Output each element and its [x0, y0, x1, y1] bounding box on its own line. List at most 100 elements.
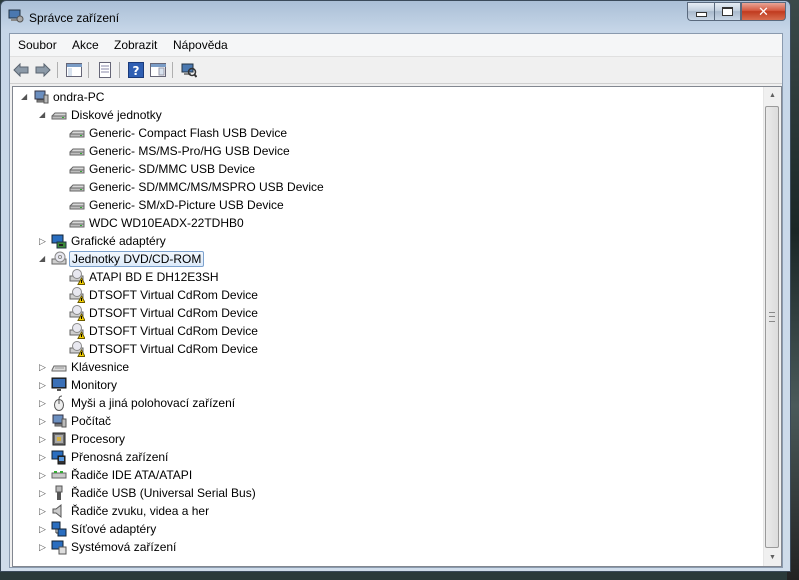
close-button[interactable]: ✕ — [741, 2, 786, 21]
tree-item-device-generic-compact-flash-usb-device[interactable]: Generic- Compact Flash USB Device — [13, 124, 753, 142]
tree-item-radice-zvuku-videa-a-her[interactable]: ▷ Řadiče zvuku, videa a her — [13, 502, 753, 520]
expand-arrow-icon[interactable]: ▷ — [39, 434, 47, 444]
expand-arrow-icon[interactable]: ▷ — [39, 542, 47, 552]
toolbar-separator — [119, 62, 120, 78]
usb-icon — [51, 485, 67, 501]
details-pane-button[interactable] — [149, 61, 167, 79]
scroll-up-button[interactable]: ▲ — [764, 87, 781, 104]
menu-file[interactable]: Soubor — [18, 38, 57, 52]
tree-item-root[interactable]: ◢ ondra-PC — [13, 88, 753, 106]
show-hide-tree-icon — [66, 63, 82, 77]
back-arrow-icon — [13, 63, 29, 77]
menu-view[interactable]: Zobrazit — [114, 38, 157, 52]
disk-drive-icon — [69, 143, 85, 159]
minimize-button[interactable] — [687, 2, 714, 21]
scroll-down-button[interactable]: ▼ — [764, 549, 781, 566]
title-bar[interactable]: Správce zařízení ✕ — [1, 1, 790, 33]
expand-arrow-icon[interactable]: ▷ — [39, 488, 47, 498]
display-adapter-icon — [51, 233, 67, 249]
tree-item-device-atapi-bd-e-dh12e3sh[interactable]: ATAPI BD E DH12E3SH — [13, 268, 753, 286]
expand-arrow-icon[interactable]: ▷ — [39, 236, 47, 246]
tree-item-jednotky-dvd-cd-rom[interactable]: ◢ Jednotky DVD/CD-ROM — [13, 250, 753, 268]
collapse-arrow-icon[interactable]: ◢ — [39, 110, 47, 120]
scroll-grip-icon — [769, 312, 775, 322]
tree-item-label: Generic- MS/MS-Pro/HG USB Device — [89, 144, 290, 158]
keyboard-icon — [51, 359, 67, 375]
tree-item-mysi-a-jina-polohovaci-zarizeni[interactable]: ▷ Myši a jiná polohovací zařízení — [13, 394, 753, 412]
toolbar: ? — [10, 57, 782, 84]
back-button[interactable] — [12, 61, 30, 79]
disk-drive-icon — [69, 197, 85, 213]
tree-item-sitove-adaptery[interactable]: ▷ Síťové adaptéry — [13, 520, 753, 538]
device-manager-icon — [8, 9, 24, 23]
mouse-icon — [51, 395, 67, 411]
toolbar-separator — [172, 62, 173, 78]
device-manager-window: Správce zařízení ✕ Soubor Akce Zobrazit … — [0, 0, 791, 572]
tree-item-device-dtsoft-virtual-cdrom-device[interactable]: DTSOFT Virtual CdRom Device — [13, 340, 753, 358]
tree-item-device-dtsoft-virtual-cdrom-device[interactable]: DTSOFT Virtual CdRom Device — [13, 286, 753, 304]
tree-item-label: Řadiče USB (Universal Serial Bus) — [71, 486, 256, 500]
tree-item-label: ondra-PC — [53, 90, 105, 104]
tree-item-label: Monitory — [71, 378, 118, 392]
scroll-thumb[interactable] — [765, 106, 779, 548]
tree-item-label: DTSOFT Virtual CdRom Device — [89, 288, 258, 302]
tree-item-radice-ide-ata-atapi[interactable]: ▷ Řadiče IDE ATA/ATAPI — [13, 466, 753, 484]
tree-item-monitory[interactable]: ▷ Monitory — [13, 376, 753, 394]
tree-item-device-dtsoft-virtual-cdrom-device[interactable]: DTSOFT Virtual CdRom Device — [13, 304, 753, 322]
collapse-arrow-icon[interactable]: ◢ — [21, 92, 29, 102]
tree-item-device-generic-sm-xd-picture-usb-device[interactable]: Generic- SM/xD-Picture USB Device — [13, 196, 753, 214]
expand-arrow-icon[interactable]: ▷ — [39, 506, 47, 516]
tree-item-radice-usb-universal-serial-bus[interactable]: ▷ Řadiče USB (Universal Serial Bus) — [13, 484, 753, 502]
expand-arrow-icon[interactable]: ▷ — [39, 452, 47, 462]
window-title: Správce zařízení — [29, 11, 120, 25]
menu-help[interactable]: Nápověda — [173, 38, 228, 52]
maximize-icon — [722, 7, 733, 16]
menu-action[interactable]: Akce — [72, 38, 99, 52]
tree-item-systemova-zarizeni[interactable]: ▷ Systémová zařízení — [13, 538, 753, 556]
help-button[interactable]: ? — [127, 61, 145, 79]
tree-item-label: DTSOFT Virtual CdRom Device — [89, 342, 258, 356]
tree-item-prenosna-zarizeni[interactable]: ▷ Přenosná zařízení — [13, 448, 753, 466]
collapse-arrow-icon[interactable]: ◢ — [39, 254, 47, 264]
tree-item-label: Myši a jiná polohovací zařízení — [71, 396, 236, 410]
tree-item-pocitac[interactable]: ▷ Počítač — [13, 412, 753, 430]
tree-item-label: Generic- SD/MMC USB Device — [89, 162, 256, 176]
network-adapter-icon — [51, 521, 67, 537]
tree-item-device-wdc-wd10eadx-22tdhb0[interactable]: WDC WD10EADX-22TDHB0 — [13, 214, 753, 232]
properties-button[interactable] — [96, 61, 114, 79]
scan-hardware-button[interactable] — [180, 61, 198, 79]
disk-drive-icon — [69, 215, 85, 231]
help-icon: ? — [128, 62, 144, 78]
tree-item-device-dtsoft-virtual-cdrom-device[interactable]: DTSOFT Virtual CdRom Device — [13, 322, 753, 340]
expand-arrow-icon[interactable]: ▷ — [39, 524, 47, 534]
disk-drive-icon — [69, 161, 85, 177]
tree-item-label: Řadiče zvuku, videa a her — [71, 504, 210, 518]
tree-item-device-generic-sd-mmc-ms-mspro-usb-device[interactable]: Generic- SD/MMC/MS/MSPRO USB Device — [13, 178, 753, 196]
maximize-button[interactable] — [714, 2, 741, 21]
tree-item-label: WDC WD10EADX-22TDHB0 — [89, 216, 244, 230]
device-tree[interactable]: ◢ ondra-PC ◢ Diskové jednotky Generic- Compa… — [12, 86, 782, 567]
tree-item-device-generic-ms-ms-pro-hg-usb-device[interactable]: Generic- MS/MS-Pro/HG USB Device — [13, 142, 753, 160]
processor-icon — [51, 431, 67, 447]
tree-item-label: Generic- SM/xD-Picture USB Device — [89, 198, 284, 212]
show-hide-tree-button[interactable] — [65, 61, 83, 79]
forward-button[interactable] — [34, 61, 52, 79]
tree-item-procesory[interactable]: ▷ Procesory — [13, 430, 753, 448]
expand-arrow-icon[interactable]: ▷ — [39, 362, 47, 372]
tree-item-label: Počítač — [71, 414, 112, 428]
tree-item-label: Síťové adaptéry — [71, 522, 157, 536]
expand-arrow-icon[interactable]: ▷ — [39, 380, 47, 390]
expand-arrow-icon[interactable]: ▷ — [39, 416, 47, 426]
tree-item-klavesnice[interactable]: ▷ Klávesnice — [13, 358, 753, 376]
speaker-icon — [51, 503, 67, 519]
tree-item-graficke-adaptery[interactable]: ▷ Grafické adaptéry — [13, 232, 753, 250]
vertical-scrollbar[interactable]: ▲ ▼ — [763, 87, 781, 566]
expand-arrow-icon[interactable]: ▷ — [39, 398, 47, 408]
toolbar-separator — [88, 62, 89, 78]
tree-item-diskove-jednotky[interactable]: ◢ Diskové jednotky — [13, 106, 753, 124]
tree-item-label: ATAPI BD E DH12E3SH — [89, 270, 219, 284]
forward-arrow-icon — [35, 63, 51, 77]
expand-arrow-icon[interactable]: ▷ — [39, 470, 47, 480]
tree-item-device-generic-sd-mmc-usb-device[interactable]: Generic- SD/MMC USB Device — [13, 160, 753, 178]
cdrom-warning-icon — [69, 305, 86, 321]
